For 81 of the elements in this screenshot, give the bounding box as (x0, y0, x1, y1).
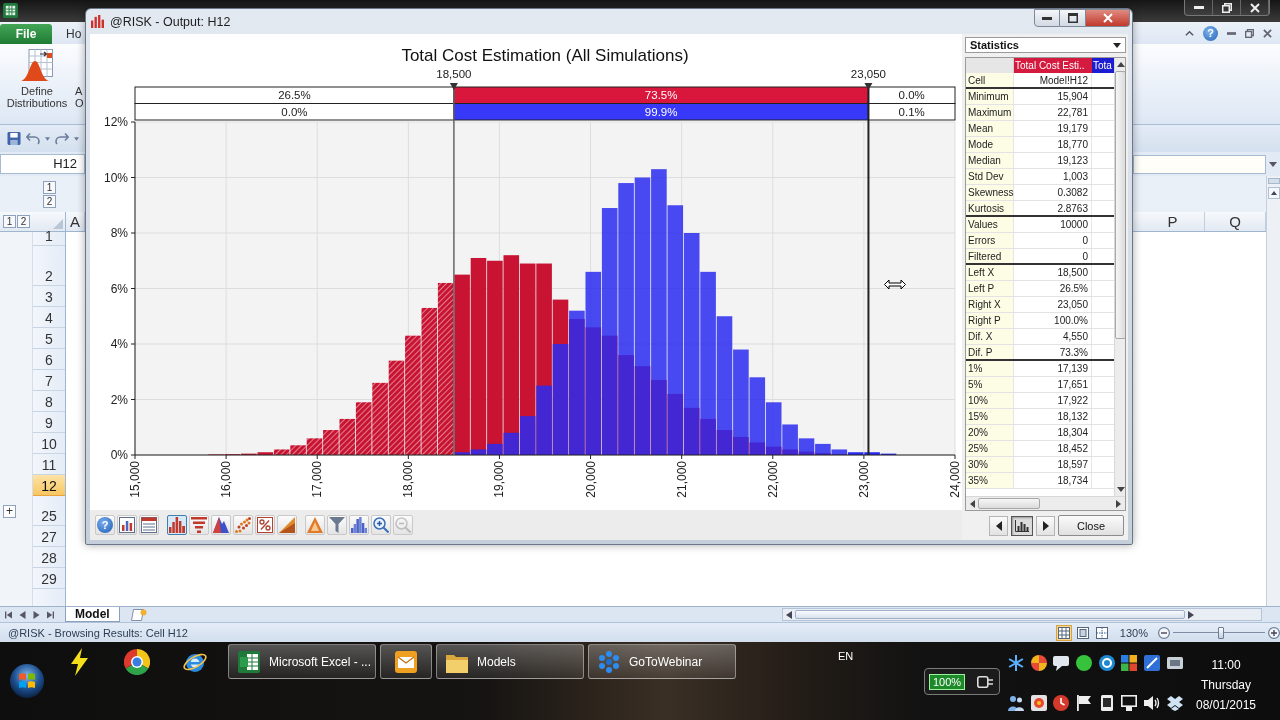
statistic-value: 19,123 (1014, 153, 1092, 168)
statistic-label: Left X (966, 265, 1014, 280)
delimiter-value-label: 23,050 (850, 68, 887, 80)
statistic-label: Cell (966, 73, 1014, 87)
y-axis-label: 10% (103, 170, 128, 185)
statistic-label: Std Dev (966, 169, 1014, 184)
statistic-value: 1,003 (1014, 169, 1092, 184)
statistic-value: 100.0% (1014, 313, 1092, 328)
statistic-label: 10% (966, 393, 1014, 408)
statistic-value: 19,179 (1014, 121, 1092, 136)
statistic-value: 18,132 (1014, 409, 1092, 424)
statistic-label: Maximum (966, 105, 1014, 120)
statistic-label: Right X (966, 297, 1014, 312)
statistic-value: 18,770 (1014, 137, 1092, 152)
statistic-value: 17,651 (1014, 377, 1092, 392)
statistic-value: Model!H12 (1014, 73, 1092, 87)
statistic-label: Filtered (966, 249, 1014, 263)
statistic-value: 0.3082 (1014, 185, 1092, 200)
statistic-value: 17,139 (1014, 361, 1092, 376)
probability-label: 0.0% (898, 89, 925, 102)
statistic-label: 15% (966, 409, 1014, 424)
x-axis-label: 19,000 (492, 461, 507, 498)
statistic-label: Minimum (966, 89, 1014, 104)
y-axis-label: 8% (110, 226, 128, 240)
statistic-label: 20% (966, 425, 1014, 440)
statistic-label: Skewness (966, 185, 1014, 200)
x-axis-label: 24,000 (948, 461, 962, 498)
statistic-value: 17,922 (1014, 393, 1092, 408)
statistic-label: 30% (966, 457, 1014, 472)
statistic-value: 15,904 (1014, 89, 1092, 104)
statistic-label: 35% (966, 473, 1014, 488)
statistic-value: 73.3% (1014, 345, 1092, 359)
statistic-label: Mean (966, 121, 1014, 136)
probability-label: 0.1% (898, 105, 925, 118)
y-axis-label: 4% (110, 337, 128, 351)
statistic-value: 23,050 (1014, 297, 1092, 312)
status-text: @RISK - Browsing Results: Cell H12 (8, 626, 188, 639)
statistic-label: 25% (966, 441, 1014, 456)
statistic-label: Dif. X (966, 329, 1014, 344)
x-axis-label: 21,000 (674, 461, 689, 498)
x-axis-label: 23,000 (856, 461, 871, 498)
statistic-value: 10000 (1014, 217, 1092, 232)
probability-label: 73.5% (644, 89, 678, 102)
chart-title: Total Cost Estimation (All Simulations) (401, 46, 689, 65)
x-axis-label: 20,000 (583, 461, 598, 498)
y-axis-label: 0% (110, 448, 128, 462)
y-axis-label: 6% (110, 281, 128, 296)
delimiter-value-label: 18,500 (436, 68, 472, 80)
statistic-label: Median (966, 153, 1014, 168)
statistic-label: Mode (966, 137, 1014, 152)
statistic-label: Kurtosis (966, 201, 1014, 215)
window-title: @RISK - Output: H12 (110, 14, 231, 29)
statistic-value: 26.5% (1014, 281, 1092, 296)
statistic-value: 0 (1014, 249, 1092, 263)
statistic-label: Right P (966, 313, 1014, 328)
x-axis-label: 15,000 (128, 461, 142, 498)
statistic-value: 2.8763 (1014, 201, 1092, 215)
statistic-value: 4,550 (1014, 329, 1092, 344)
statistic-label: Left P (966, 281, 1014, 296)
statistic-value: 18,734 (1014, 473, 1092, 488)
statistic-label: 5% (966, 377, 1014, 392)
y-axis-label: 12% (103, 115, 128, 129)
x-axis-label: 16,000 (219, 461, 234, 498)
statistic-value: 18,452 (1014, 441, 1092, 456)
statistic-label: 1% (966, 361, 1014, 376)
statistic-value: 18,304 (1014, 425, 1092, 440)
statistic-value: 0 (1014, 233, 1092, 248)
statistic-value: 18,500 (1014, 265, 1092, 280)
x-axis-label: 17,000 (310, 461, 325, 498)
statistic-label: Dif. P (966, 345, 1014, 359)
probability-label: 0.0% (281, 105, 308, 118)
probability-label: 99.9% (644, 105, 678, 118)
battery-percentage: 100% (929, 673, 966, 690)
statistic-label: Errors (966, 233, 1014, 248)
statistic-value: 22,781 (1014, 105, 1092, 120)
statistic-value: 18,597 (1014, 457, 1092, 472)
statistic-label: Values (966, 217, 1014, 232)
x-axis-label: 22,000 (765, 461, 780, 498)
x-axis-label: 18,000 (401, 461, 416, 498)
probability-label: 26.5% (278, 89, 311, 102)
y-axis-label: 2% (110, 392, 128, 407)
